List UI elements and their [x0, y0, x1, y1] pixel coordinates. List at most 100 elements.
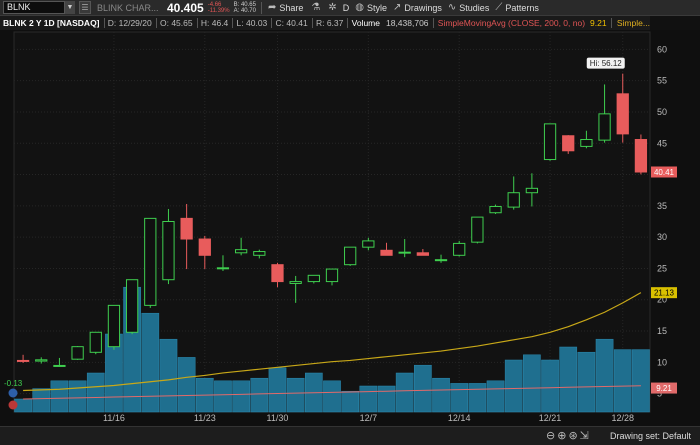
- x-tick-label: 11/23: [194, 413, 216, 423]
- price-change: -4.66 -11.39%: [208, 2, 230, 14]
- volume-bar: [450, 383, 469, 413]
- volume-bar: [50, 380, 69, 413]
- high-field: H: 46.4: [200, 18, 229, 28]
- candle-body: [507, 192, 520, 208]
- volume-bar: [577, 351, 596, 413]
- candle-body: [125, 279, 139, 333]
- watchlist-icon[interactable]: ☰: [79, 1, 91, 14]
- x-tick-label: 12/7: [360, 413, 378, 423]
- hi-label: Hi: 56.12: [590, 59, 623, 68]
- volume-bar: [595, 338, 614, 413]
- drawing-set[interactable]: Drawing set: Default: [610, 431, 691, 441]
- volume-bar: [632, 349, 650, 413]
- candle-body: [289, 281, 302, 284]
- zoom-reset-icon[interactable]: ⊛: [568, 429, 577, 442]
- study-settings-icon[interactable]: [8, 388, 18, 398]
- candle-body: [198, 238, 211, 256]
- candle-body: [362, 240, 375, 248]
- flask-icon[interactable]: ⚗: [311, 2, 320, 13]
- volume-bar: [141, 312, 160, 413]
- candle-body: [325, 268, 339, 283]
- sma-study-value: 9.21: [590, 18, 607, 28]
- share-label: Share: [279, 2, 304, 13]
- range-field: R: 6.37: [315, 18, 344, 28]
- candle-body: [235, 249, 248, 254]
- volume-bar: [414, 364, 432, 413]
- candle-body: [543, 123, 557, 161]
- close-field: C: 40.41: [275, 18, 308, 28]
- y-tick-label: 10: [657, 357, 667, 367]
- pan-icon[interactable]: ⇲: [580, 429, 589, 442]
- settings-icon[interactable]: ✲: [328, 2, 336, 13]
- sma-study-2-label[interactable]: Simple...: [617, 18, 650, 28]
- volume-bar: [432, 377, 450, 413]
- bottom-bar: ⊖ ⊕ ⊛ ⇲ Drawing set: Default: [0, 426, 700, 445]
- candle-body: [434, 259, 448, 262]
- drawings-label: Drawings: [404, 2, 442, 13]
- x-tick-label: 12/28: [611, 413, 634, 423]
- share-button[interactable]: ➦ Share: [268, 2, 303, 13]
- chart-info-bar: BLNK 2 Y 1D [NASDAQ] D: 12/29/20 O: 45.6…: [0, 16, 650, 30]
- volume-bar: [541, 359, 559, 413]
- study-alert-icon[interactable]: [8, 400, 18, 410]
- candle-body: [216, 267, 230, 270]
- candle-body: [634, 139, 648, 173]
- volume-bar: [359, 385, 378, 413]
- symbol-dropdown-icon[interactable]: ▼: [65, 1, 75, 14]
- style-label: Style: [366, 2, 387, 13]
- period-button[interactable]: D: [343, 3, 350, 13]
- zoom-out-icon[interactable]: ⊖: [546, 429, 555, 442]
- volume-bar: [341, 390, 360, 413]
- candle-body: [580, 139, 593, 147]
- candle-body: [453, 242, 466, 256]
- y-tick-label: 45: [657, 138, 667, 148]
- candle-body: [598, 113, 611, 141]
- patterns-button[interactable]: ⟋ Patterns: [495, 2, 539, 13]
- volume-bar: [177, 357, 196, 413]
- x-tick-label: 12/14: [448, 413, 471, 423]
- volume-bar: [377, 385, 396, 413]
- candle-body: [307, 274, 320, 283]
- volume-bar: [268, 367, 287, 413]
- candle-body: [271, 264, 284, 283]
- studies-button[interactable]: ∿ Studies: [448, 2, 489, 13]
- x-tick-label: 11/16: [103, 413, 125, 423]
- candle-body: [53, 364, 66, 367]
- volume-bar: [504, 359, 523, 413]
- volume-bar: [86, 372, 105, 413]
- x-tick-label: 11/30: [267, 413, 289, 423]
- candle-body: [162, 221, 175, 281]
- volume-value: 18,438,706: [385, 18, 429, 28]
- candle-body: [471, 216, 484, 243]
- candle-body: [16, 359, 30, 362]
- candle-body: [344, 246, 357, 266]
- last-price-tag: 40.41: [654, 168, 675, 177]
- style-icon: ◍: [355, 2, 364, 13]
- toolbar-divider: [260, 1, 262, 14]
- volume-bar: [214, 380, 232, 413]
- studies-icon: ∿: [447, 2, 457, 13]
- bid-ask: B: 40.65 A: 40.70: [234, 2, 256, 14]
- volume-bar: [159, 338, 178, 413]
- open-field: O: 45.65: [160, 18, 193, 28]
- sma-study-label[interactable]: SimpleMovingAvg (CLOSE, 200, 0, no): [438, 18, 585, 28]
- zoom-in-icon[interactable]: ⊕: [557, 429, 566, 442]
- ask-price: A: 40.70: [233, 7, 256, 14]
- candle-body: [416, 252, 429, 256]
- price-chart[interactable]: 5101520253035404550556011/1611/2311/3012…: [0, 30, 700, 426]
- study-value: -0.13: [4, 379, 23, 388]
- volume-bar: [32, 388, 51, 413]
- candle-body: [89, 331, 102, 353]
- drawings-button[interactable]: ↗ Drawings: [393, 2, 442, 13]
- volume-bar: [468, 383, 487, 413]
- studies-label: Studies: [459, 2, 490, 13]
- candle-body: [380, 249, 393, 256]
- share-icon: ➦: [267, 2, 277, 13]
- volume-bar: [559, 346, 578, 413]
- candle-body: [253, 251, 266, 256]
- last-price: 40.405: [167, 0, 204, 15]
- symbol-input[interactable]: BLNK: [3, 1, 65, 14]
- zoom-controls: ⊖ ⊕ ⊛ ⇲: [546, 429, 589, 442]
- style-button[interactable]: ◍ Style: [355, 2, 387, 13]
- y-tick-label: 30: [657, 232, 667, 242]
